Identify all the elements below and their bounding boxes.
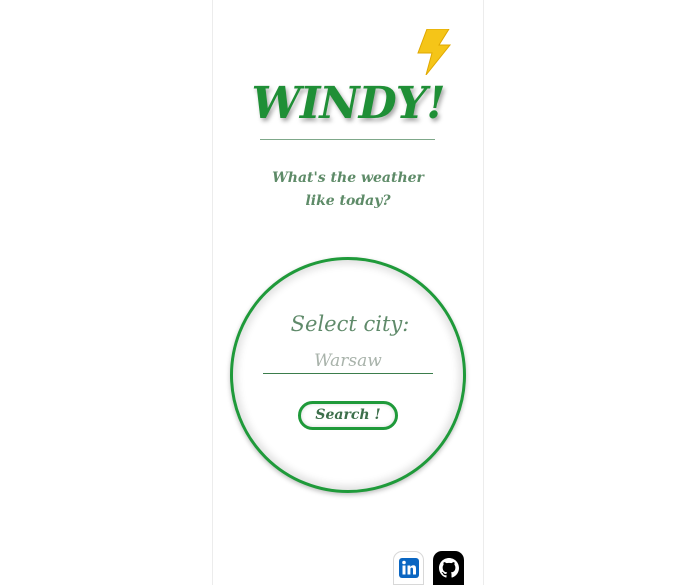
github-link[interactable] <box>433 551 464 585</box>
app-page: WINDY! What's the weather like today? Se… <box>0 0 696 585</box>
app-title: WINDY! <box>251 78 445 129</box>
select-city-label: Select city: <box>290 312 410 336</box>
title-divider <box>260 139 435 140</box>
search-button[interactable]: Search ! <box>298 401 398 430</box>
app-subtitle: What's the weather like today? <box>268 167 428 213</box>
city-input[interactable] <box>263 349 433 374</box>
search-circle <box>230 257 466 493</box>
subtitle-line-2: like today? <box>305 193 391 209</box>
lightning-bolt-icon <box>417 29 452 75</box>
github-icon <box>438 558 459 578</box>
linkedin-link[interactable] <box>393 551 424 585</box>
linkedin-icon <box>398 558 419 578</box>
subtitle-line-1: What's the weather <box>272 170 424 186</box>
